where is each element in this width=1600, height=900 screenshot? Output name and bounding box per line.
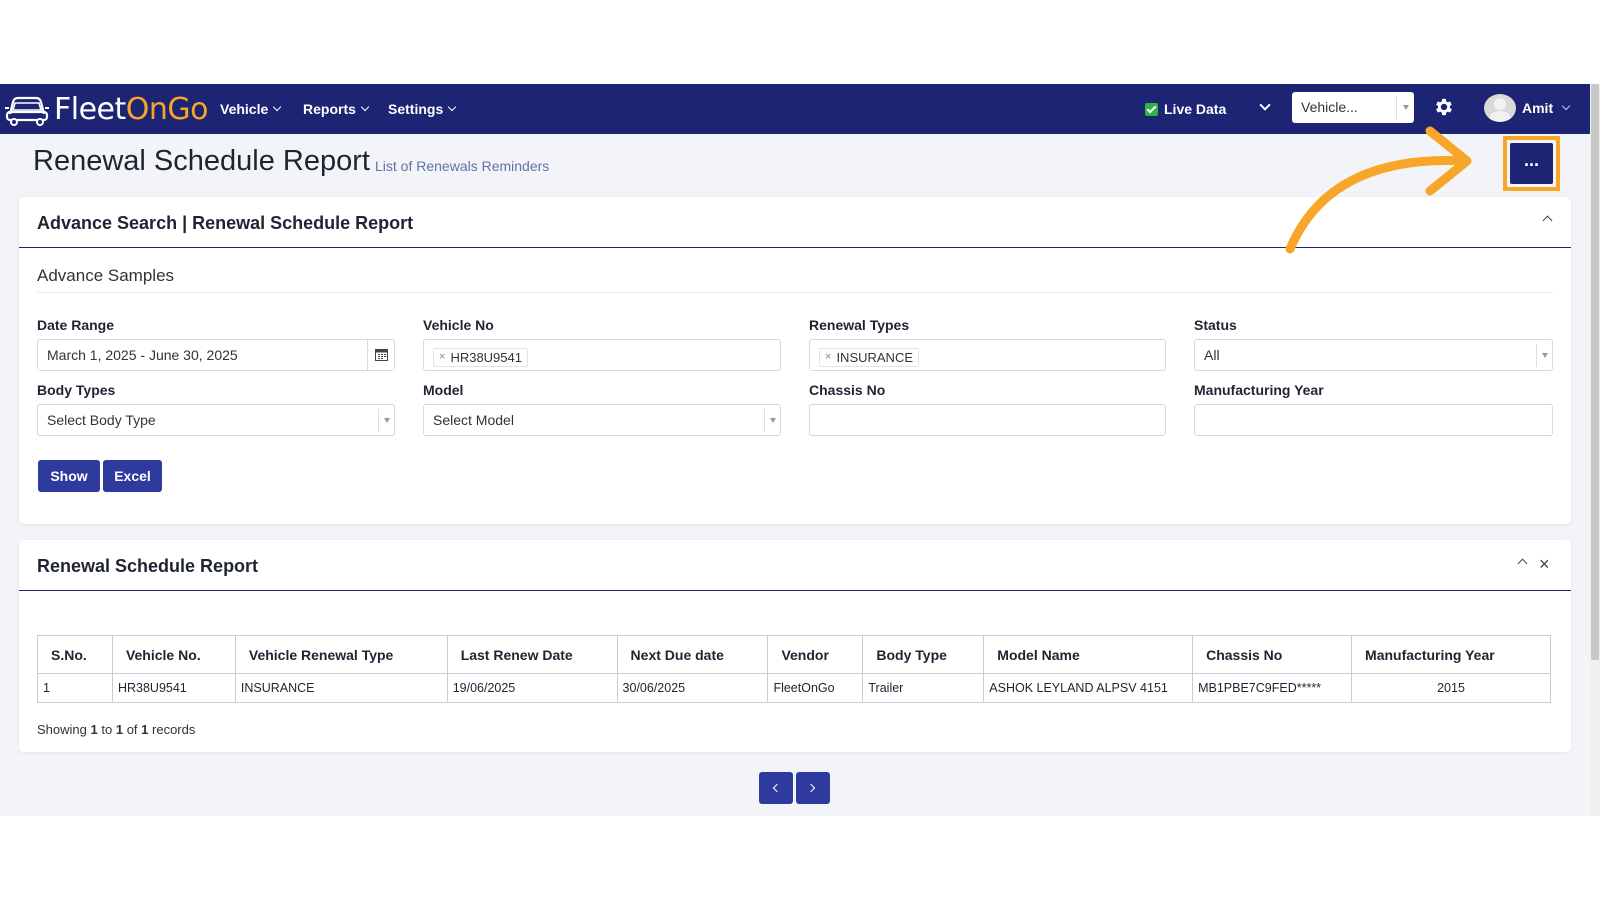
chevron-right-icon	[806, 783, 816, 793]
card-title: Renewal Schedule Report	[37, 556, 259, 576]
chevron-down-icon	[447, 102, 457, 112]
gear-icon[interactable]	[1433, 96, 1455, 118]
vertical-scrollbar[interactable]	[1590, 84, 1600, 816]
selected-tag: × HR38U9541	[433, 347, 528, 367]
page-title: Renewal Schedule Report	[33, 145, 370, 177]
cell-last-renew-date: 19/06/2025	[446, 673, 618, 703]
curved-arrow-icon	[1285, 126, 1472, 254]
dropdown-arrow-icon	[378, 409, 394, 432]
report-table: S.No. Vehicle No. Vehicle Renewal Type L…	[37, 635, 1551, 703]
column-header[interactable]: Model Name	[983, 635, 1194, 674]
cell-vehicle-no: HR38U9541	[111, 673, 236, 703]
date-range-input[interactable]: March 1, 2025 - June 30, 2025	[37, 339, 395, 371]
calendar-button[interactable]	[367, 339, 395, 371]
dropdown-arrow-icon	[764, 409, 780, 432]
calendar-icon	[375, 349, 388, 361]
manufacturing-year-input[interactable]	[1194, 404, 1553, 436]
chevron-down-icon	[360, 102, 370, 112]
card-title: Advance Search | Renewal Schedule Report	[37, 213, 414, 233]
column-header[interactable]: S.No.	[37, 635, 113, 674]
column-header[interactable]: Chassis No	[1192, 635, 1353, 674]
table-row: 1 HR38U9541 INSURANCE 19/06/2025 30/06/2…	[37, 673, 1551, 703]
logo[interactable]: FleetOnGo	[4, 91, 209, 127]
model-select[interactable]: Select Model	[423, 404, 781, 436]
next-page-button[interactable]	[796, 772, 830, 804]
column-header[interactable]: Last Renew Date	[446, 635, 618, 674]
vehicle-select[interactable]: Vehicle...	[1292, 92, 1414, 123]
chevron-left-icon	[772, 783, 782, 793]
remove-tag-icon[interactable]: ×	[825, 351, 831, 363]
more-options-button[interactable]: ...	[1510, 143, 1553, 184]
records-summary: Showing 1 to 1 of 1 records	[37, 722, 196, 737]
nav-menu-reports[interactable]: Reports	[303, 84, 370, 134]
previous-page-button[interactable]	[759, 772, 793, 804]
column-header[interactable]: Vehicle No.	[111, 635, 236, 674]
cell-next-due-date: 30/06/2025	[616, 673, 769, 703]
column-header[interactable]: Manufacturing Year	[1351, 635, 1551, 674]
live-data-toggle[interactable]: Live Data	[1145, 101, 1226, 117]
logo-text: FleetOnGo	[54, 91, 209, 127]
nav-menu-settings[interactable]: Settings	[388, 84, 457, 134]
cell-renewal-type: INSURANCE	[234, 673, 448, 703]
remove-tag-icon[interactable]: ×	[439, 351, 445, 363]
column-header[interactable]: Next Due date	[616, 635, 769, 674]
show-button[interactable]: Show	[38, 460, 100, 492]
avatar	[1484, 94, 1516, 122]
renewal-types-input[interactable]: × INSURANCE	[809, 339, 1166, 371]
chevron-down-icon	[1561, 101, 1571, 111]
chassis-no-label: Chassis No	[809, 382, 886, 398]
status-select[interactable]: All	[1194, 339, 1553, 371]
cell-chassis-no: MB1PBE7C9FED*****	[1192, 673, 1353, 703]
chassis-no-input[interactable]	[809, 404, 1166, 436]
renewal-types-label: Renewal Types	[809, 317, 910, 333]
cell-manufacturing-year: 2015	[1351, 673, 1551, 703]
status-label: Status	[1194, 317, 1237, 333]
close-icon[interactable]: ×	[1539, 554, 1550, 575]
table-header-row: S.No. Vehicle No. Vehicle Renewal Type L…	[37, 635, 1551, 674]
card-header: Renewal Schedule Report ×	[19, 540, 1571, 591]
collapse-chevron-icon[interactable]	[1542, 215, 1553, 226]
column-header[interactable]: Vendor	[767, 635, 864, 674]
live-data-dropdown-chevron-icon[interactable]	[1259, 99, 1271, 111]
date-range-label: Date Range	[37, 317, 115, 333]
app-frame: FleetOnGo Vehicle Reports Settings Live …	[0, 84, 1590, 816]
section-label: Advance Samples	[37, 266, 175, 285]
page-subtitle: List of Renewals Reminders	[375, 158, 550, 174]
column-header[interactable]: Vehicle Renewal Type	[234, 635, 448, 674]
collapse-chevron-icon[interactable]	[1517, 558, 1528, 569]
body-types-label: Body Types	[37, 382, 116, 398]
report-card: Renewal Schedule Report × S.No. Vehicle …	[19, 540, 1571, 752]
vehicle-no-label: Vehicle No	[423, 317, 494, 333]
checkbox-checked-icon[interactable]	[1145, 102, 1158, 116]
dropdown-arrow-icon	[1536, 344, 1552, 367]
cell-model-name: ASHOK LEYLAND ALPSV 4151	[983, 673, 1194, 703]
vehicle-no-input[interactable]: × HR38U9541	[423, 339, 781, 371]
chevron-down-icon	[273, 102, 282, 112]
divider	[37, 292, 1553, 293]
cell-body-type: Trailer	[862, 673, 985, 703]
column-header[interactable]: Body Type	[862, 635, 985, 674]
manufacturing-year-label: Manufacturing Year	[1194, 382, 1324, 398]
scrollbar-thumb[interactable]	[1591, 84, 1599, 660]
model-label: Model	[423, 382, 464, 398]
selected-tag: × INSURANCE	[819, 347, 920, 367]
excel-button[interactable]: Excel	[103, 460, 162, 492]
dropdown-arrow-icon	[1396, 96, 1414, 119]
user-menu[interactable]: Amit	[1484, 94, 1571, 122]
nav-menu-vehicle[interactable]: Vehicle	[220, 84, 282, 134]
truck-logo-icon	[5, 96, 49, 126]
cell-vendor: FleetOnGo	[767, 673, 864, 703]
cell-sno: 1	[37, 673, 113, 703]
body-types-select[interactable]: Select Body Type	[37, 404, 395, 436]
